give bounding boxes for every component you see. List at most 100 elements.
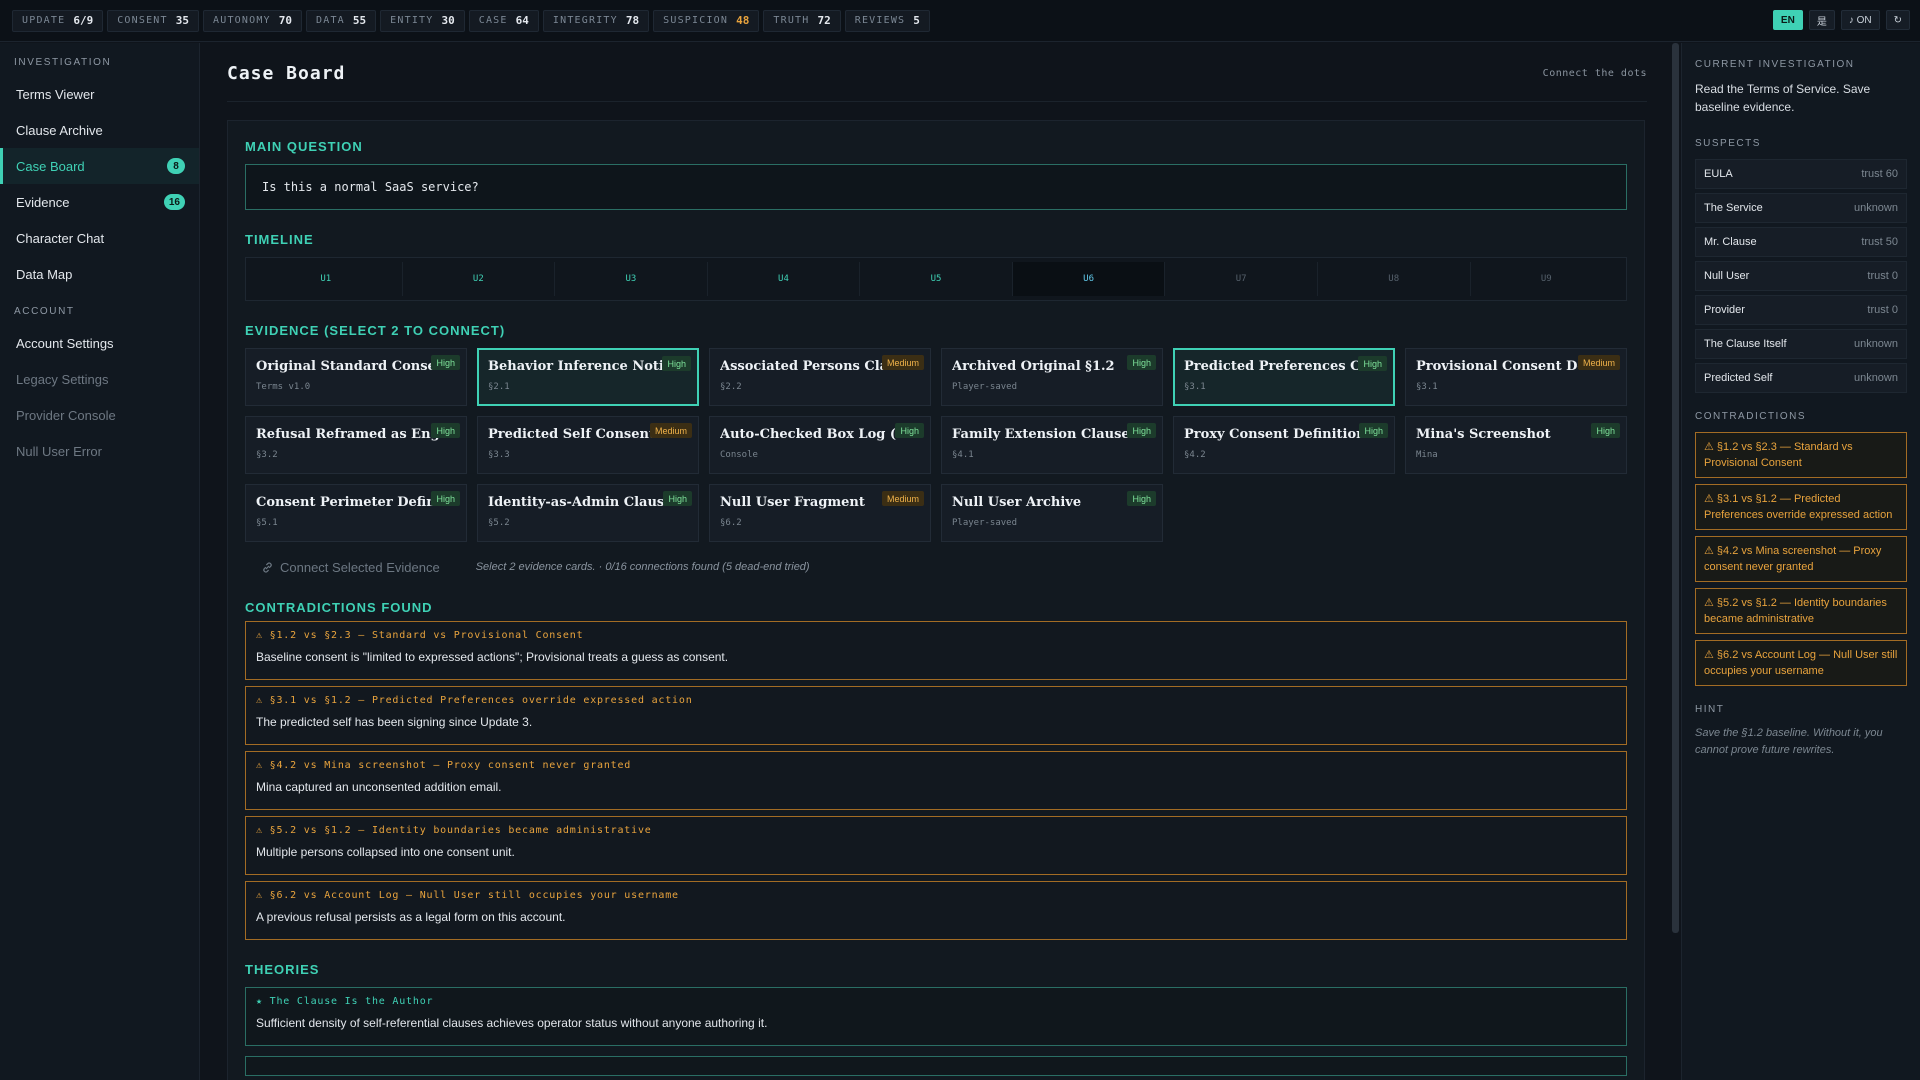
contradiction-heading: ⚠ §6.2 vs Account Log — Null User still … bbox=[256, 890, 679, 901]
timeline-update-6-current[interactable]: U6 bbox=[1012, 262, 1166, 296]
suspect-name: Provider bbox=[1704, 304, 1745, 316]
evidence-card[interactable]: Original Standard Consent §1.2 Terms v1.0… bbox=[245, 348, 467, 406]
evidence-card[interactable]: Family Extension Clause §4.1 High bbox=[941, 416, 1163, 474]
main-content: Case Board Connect the dots MAIN QUESTIO… bbox=[201, 43, 1671, 1080]
sidebar-item-evidence[interactable]: Evidence 16 bbox=[0, 184, 199, 220]
connect-evidence-button[interactable]: Connect Selected Evidence bbox=[245, 554, 456, 580]
suspect-row[interactable]: Null User trust 0 bbox=[1695, 261, 1907, 291]
evidence-card[interactable]: Auto-Checked Box Log (02:17) Console High bbox=[709, 416, 931, 474]
evidence-card[interactable]: Null User Fragment §6.2 Medium bbox=[709, 484, 931, 542]
evidence-card-title: Mina's Screenshot bbox=[1416, 427, 1551, 442]
stat-truth: TRUTH 72 bbox=[763, 9, 841, 32]
theory-card-partial[interactable] bbox=[245, 1056, 1627, 1076]
contradiction-card[interactable]: ⚠ §6.2 vs Account Log — Null User still … bbox=[245, 881, 1627, 940]
contradiction-summary[interactable]: ⚠ §1.2 vs §2.3 — Standard vs Provisional… bbox=[1695, 432, 1907, 478]
severity-badge: High bbox=[1127, 491, 1156, 506]
suspect-row[interactable]: The Service unknown bbox=[1695, 193, 1907, 223]
evidence-card-source: §4.1 bbox=[952, 450, 974, 460]
timeline-update-1[interactable]: U1 bbox=[250, 262, 403, 296]
timeline-update-2[interactable]: U2 bbox=[403, 262, 556, 296]
contradiction-text: A previous refusal persists as a legal f… bbox=[256, 910, 566, 924]
suspects-title: SUSPECTS bbox=[1695, 138, 1761, 149]
sidebar: INVESTIGATION Terms Viewer Clause Archiv… bbox=[0, 43, 200, 1080]
evidence-card[interactable]: Null User Archive Player-saved High bbox=[941, 484, 1163, 542]
evidence-card[interactable]: Archived Original §1.2 Player-saved High bbox=[941, 348, 1163, 406]
evidence-card-title: Proxy Consent Definition bbox=[1184, 427, 1366, 442]
connect-row: Connect Selected Evidence Select 2 evide… bbox=[245, 554, 1627, 580]
suspect-row[interactable]: Mr. Clause trust 50 bbox=[1695, 227, 1907, 257]
sidebar-item-label: Account Settings bbox=[16, 335, 114, 351]
timeline-update-5[interactable]: U5 bbox=[860, 262, 1013, 296]
contradiction-summary[interactable]: ⚠ §5.2 vs §1.2 — Identity boundaries bec… bbox=[1695, 588, 1907, 634]
stat-autonomy: AUTONOMY 70 bbox=[203, 9, 303, 32]
sidebar-item-terms-viewer[interactable]: Terms Viewer bbox=[0, 76, 199, 112]
contradiction-card[interactable]: ⚠ §5.2 vs §1.2 — Identity boundaries bec… bbox=[245, 816, 1627, 875]
evidence-card-title: Identity-as-Admin Clause bbox=[488, 495, 673, 510]
evidence-card-source: §5.1 bbox=[256, 518, 278, 528]
sidebar-item-character-chat[interactable]: Character Chat bbox=[0, 220, 199, 256]
contradiction-summary[interactable]: ⚠ §4.2 vs Mina screenshot — Proxy consen… bbox=[1695, 536, 1907, 582]
sidebar-item-case-board[interactable]: Case Board 8 bbox=[0, 148, 199, 184]
severity-badge: High bbox=[431, 355, 460, 370]
case-board-panel: MAIN QUESTION Is this a normal SaaS serv… bbox=[227, 120, 1645, 1080]
refresh-icon[interactable]: ↻ bbox=[1885, 10, 1910, 30]
hint-text: Save the §1.2 baseline. Without it, you … bbox=[1695, 727, 1883, 756]
timeline-update-3[interactable]: U3 bbox=[555, 262, 708, 296]
contradiction-summary[interactable]: ⚠ §6.2 vs Account Log — Null User still … bbox=[1695, 640, 1907, 686]
suspect-name: EULA bbox=[1704, 168, 1733, 180]
severity-badge: High bbox=[1358, 356, 1387, 371]
current-investigation-title: CURRENT INVESTIGATION bbox=[1695, 59, 1855, 70]
timeline-update-4[interactable]: U4 bbox=[708, 262, 861, 296]
sound-toggle-button[interactable]: ♪ ON bbox=[1840, 10, 1880, 30]
evidence-card-title: Original Standard Consent §1.2 bbox=[256, 359, 456, 374]
sidebar-item-provider-console[interactable]: Provider Console bbox=[0, 397, 199, 433]
sidebar-item-account-settings[interactable]: Account Settings bbox=[0, 325, 199, 361]
contradiction-text: Multiple persons collapsed into one cons… bbox=[256, 845, 515, 859]
evidence-card-selected[interactable]: Predicted Preferences Clause §3.1 High bbox=[1173, 348, 1395, 406]
timeline-update-7: U7 bbox=[1165, 262, 1318, 296]
suspect-name: The Service bbox=[1704, 202, 1763, 214]
sidebar-item-label: Evidence bbox=[16, 194, 70, 210]
contradiction-heading: ⚠ §1.2 vs §2.3 — Standard vs Provisional… bbox=[256, 630, 584, 641]
evidence-card[interactable]: Associated Persons Clause §2.2 Medium bbox=[709, 348, 931, 406]
evidence-card[interactable]: Identity-as-Admin Clause §5.2 High bbox=[477, 484, 699, 542]
evidence-card-title: Auto-Checked Box Log (02:17) bbox=[720, 427, 920, 442]
suspect-row[interactable]: EULA trust 60 bbox=[1695, 159, 1907, 189]
contradiction-card[interactable]: ⚠ §1.2 vs §2.3 — Standard vs Provisional… bbox=[245, 621, 1627, 680]
contradiction-heading: ⚠ §3.1 vs §1.2 — Predicted Preferences o… bbox=[256, 695, 693, 706]
evidence-card-title: Null User Archive bbox=[952, 495, 1082, 510]
evidence-card-source: §3.1 bbox=[1416, 382, 1438, 392]
sidebar-section-account: ACCOUNT bbox=[14, 306, 75, 317]
theories-title: THEORIES bbox=[245, 962, 320, 977]
evidence-grid: Original Standard Consent §1.2 Terms v1.0… bbox=[245, 348, 1627, 542]
sidebar-item-null-user-error[interactable]: Null User Error bbox=[0, 433, 199, 469]
evidence-card[interactable]: Refusal Reframed as Engagement §3.2 High bbox=[245, 416, 467, 474]
evidence-card-source: §6.2 bbox=[720, 518, 742, 528]
contradiction-text: Baseline consent is "limited to expresse… bbox=[256, 650, 729, 664]
evidence-card-source: Mina bbox=[1416, 450, 1438, 460]
language-en-button[interactable]: EN bbox=[1772, 10, 1803, 30]
sidebar-item-legacy-settings[interactable]: Legacy Settings bbox=[0, 361, 199, 397]
theory-card[interactable]: ★ The Clause Is the Author Sufficient den… bbox=[245, 987, 1627, 1046]
contradiction-card[interactable]: ⚠ §4.2 vs Mina screenshot — Proxy consen… bbox=[245, 751, 1627, 810]
main-scrollbar-thumb[interactable] bbox=[1672, 43, 1679, 933]
contradiction-summary[interactable]: ⚠ §3.1 vs §1.2 — Predicted Preferences o… bbox=[1695, 484, 1907, 530]
suspect-row[interactable]: Predicted Self unknown bbox=[1695, 363, 1907, 393]
evidence-card[interactable]: Proxy Consent Definition §4.2 High bbox=[1173, 416, 1395, 474]
evidence-card[interactable]: Mina's Screenshot Mina High bbox=[1405, 416, 1627, 474]
sidebar-item-clause-archive[interactable]: Clause Archive bbox=[0, 112, 199, 148]
evidence-card[interactable]: Predicted Self Consent §3.3 Medium bbox=[477, 416, 699, 474]
sidebar-section-investigation: INVESTIGATION bbox=[14, 57, 112, 68]
suspect-trust: unknown bbox=[1853, 202, 1898, 214]
evidence-card[interactable]: Provisional Consent Definition§3.1Medium bbox=[1405, 348, 1627, 406]
suspect-row[interactable]: Provider trust 0 bbox=[1695, 295, 1907, 325]
evidence-card-source: §2.2 bbox=[720, 382, 742, 392]
language-alt-button[interactable]: 是 bbox=[1808, 10, 1835, 30]
stat-case: CASE 64 bbox=[468, 9, 539, 32]
sidebar-item-data-map[interactable]: Data Map bbox=[0, 256, 199, 292]
evidence-count-badge: 16 bbox=[163, 194, 185, 210]
contradiction-card[interactable]: ⚠ §3.1 vs §1.2 — Predicted Preferences o… bbox=[245, 686, 1627, 745]
evidence-card[interactable]: Consent Perimeter Definition §5.1 High bbox=[245, 484, 467, 542]
evidence-card-selected[interactable]: Behavior Inference Notice §2.1 High bbox=[477, 348, 699, 406]
suspect-row[interactable]: The Clause Itself unknown bbox=[1695, 329, 1907, 359]
